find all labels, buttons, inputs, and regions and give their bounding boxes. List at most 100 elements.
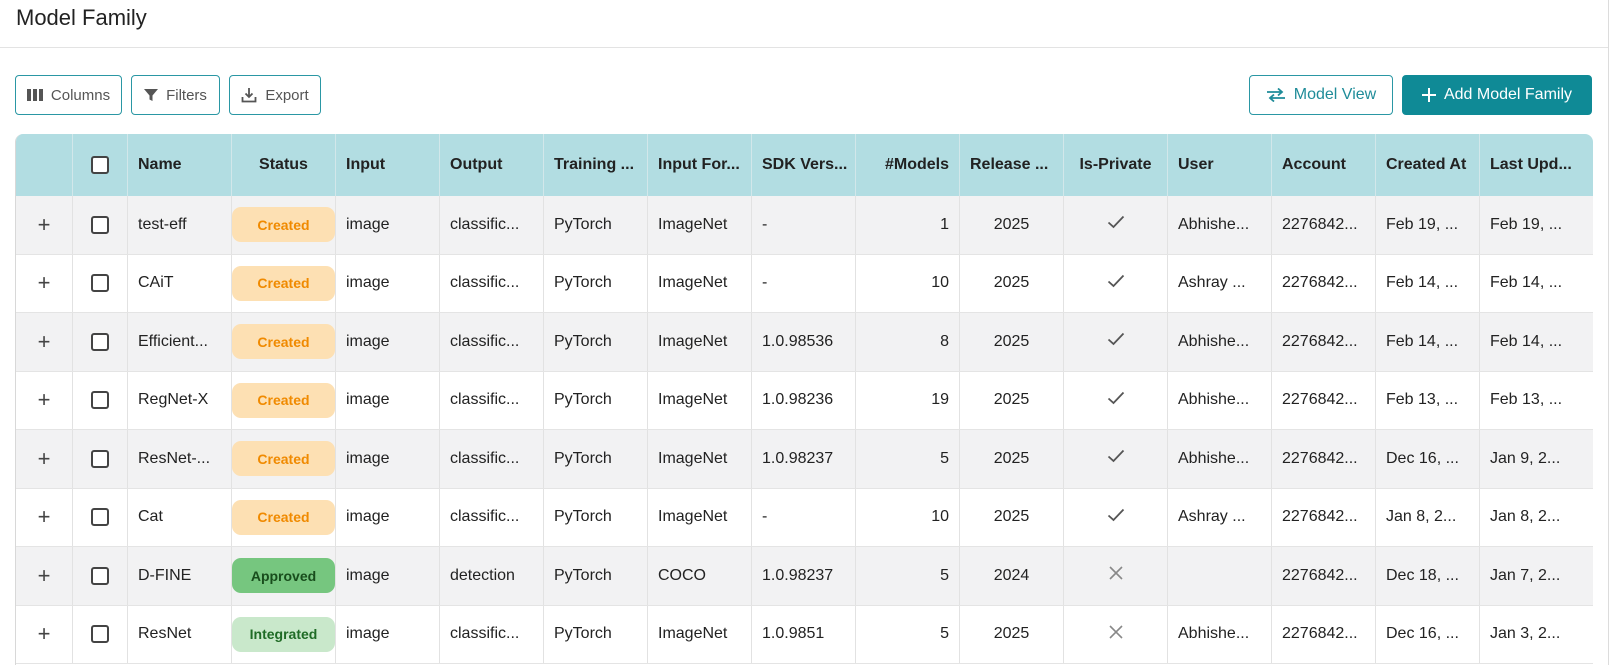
user-cell: Abhishe... (1168, 430, 1272, 488)
row-checkbox[interactable] (91, 332, 109, 351)
sdk-version-value: - (762, 274, 768, 292)
input-format-cell: ImageNet (648, 605, 752, 663)
models-count: 5 (940, 449, 949, 467)
row-checkbox[interactable] (91, 274, 109, 293)
account-value: 2276842... (1282, 508, 1358, 526)
status-cell: Approved (232, 547, 336, 605)
row-checkbox[interactable] (91, 508, 109, 527)
table-row[interactable]: + RegNet-X Created image classific... PyTorch… (16, 371, 1593, 430)
header-last-updated[interactable]: Last Upd... (1480, 134, 1584, 196)
header-release[interactable]: Release ... (960, 134, 1064, 196)
models-cell: 5 (856, 547, 960, 605)
release-value: 2025 (993, 274, 1030, 292)
status-cell: Integrated (232, 605, 336, 663)
select-cell (73, 254, 128, 312)
header-account[interactable]: Account (1272, 134, 1376, 196)
table-row[interactable]: + test-eff Created image classific... PyTorch… (16, 196, 1593, 255)
model-name[interactable]: ResNet-... (138, 450, 221, 468)
user-cell: Ashray ... (1168, 254, 1272, 312)
add-model-family-button[interactable]: Add Model Family (1402, 75, 1592, 115)
created-at-cell: Dec 16, ... (1376, 605, 1480, 663)
expand-row-icon[interactable]: + (38, 446, 51, 472)
filters-button[interactable]: Filters (131, 75, 220, 115)
header-input-format[interactable]: Input For... (648, 134, 752, 196)
header-created-at[interactable]: Created At (1376, 134, 1480, 196)
models-cell: 1 (856, 196, 960, 254)
input-format-value: ImageNet (658, 215, 728, 233)
user-value: Ashray ... (1178, 508, 1246, 526)
status-badge: Created (232, 324, 335, 360)
model-name[interactable]: Efficient... (138, 333, 221, 351)
row-checkbox[interactable] (91, 215, 109, 234)
model-name[interactable]: test-eff (138, 216, 221, 234)
last-updated-value: Feb 14, ... (1490, 332, 1563, 350)
output-cell: classific... (440, 430, 544, 488)
checkmark-icon (1107, 391, 1125, 410)
sdk-version-value: 1.0.98536 (762, 332, 834, 350)
model-name[interactable]: ResNet (138, 625, 221, 643)
training-value: PyTorch (554, 566, 612, 584)
account-value: 2276842... (1282, 391, 1358, 409)
header-sdk-version[interactable]: SDK Vers... (752, 134, 856, 196)
header-status[interactable]: Status (232, 134, 336, 196)
select-all-checkbox[interactable] (91, 156, 109, 174)
table-row[interactable]: + ResNet Integrated image classific... PyTorc… (16, 605, 1593, 664)
top-divider (0, 47, 1608, 48)
models-cell: 8 (856, 313, 960, 371)
expand-row-icon[interactable]: + (38, 270, 51, 296)
expand-cell: + (16, 254, 73, 312)
header-models[interactable]: #Models (856, 134, 960, 196)
training-cell: PyTorch (544, 371, 648, 429)
row-checkbox[interactable] (91, 625, 109, 644)
columns-button[interactable]: Columns (15, 75, 122, 115)
row-checkbox[interactable] (91, 391, 109, 410)
header-output[interactable]: Output (440, 134, 544, 196)
input-cell: image (336, 196, 440, 254)
created-at-value: Jan 8, 2... (1386, 508, 1457, 526)
table-row[interactable]: + CAiT Created image classific... PyTorch Imag… (16, 254, 1593, 313)
training-cell: PyTorch (544, 196, 648, 254)
expand-row-icon[interactable]: + (38, 621, 51, 647)
select-cell (73, 313, 128, 371)
header-training[interactable]: Training ... (544, 134, 648, 196)
table-row[interactable]: + D-FINE Approved image detection PyTorch COCO… (16, 547, 1593, 606)
is-private-cell (1064, 371, 1168, 429)
x-icon (1108, 566, 1123, 585)
expand-row-icon[interactable]: + (38, 212, 51, 238)
table-row[interactable]: + Efficient... Created image classific... PyT… (16, 313, 1593, 372)
model-name[interactable]: CAiT (138, 274, 221, 292)
expand-row-icon[interactable]: + (38, 329, 51, 355)
header-is-private[interactable]: Is-Private (1064, 134, 1168, 196)
user-cell: Abhishe... (1168, 313, 1272, 371)
expand-row-icon[interactable]: + (38, 387, 51, 413)
created-at-cell: Feb 19, ... (1376, 196, 1480, 254)
sdk-version-cell: 1.0.98536 (752, 313, 856, 371)
export-button[interactable]: Export (229, 75, 321, 115)
model-name[interactable]: D-FINE (138, 567, 221, 585)
expand-row-icon[interactable]: + (38, 563, 51, 589)
last-updated-value: Feb 14, ... (1490, 274, 1563, 292)
account-value: 2276842... (1282, 625, 1358, 643)
table-row[interactable]: + ResNet-... Created image classific... PyTor… (16, 430, 1593, 489)
row-checkbox[interactable] (91, 566, 109, 585)
input-format-value: ImageNet (658, 332, 728, 350)
input-value: image (346, 449, 390, 467)
user-cell: Ashray ... (1168, 488, 1272, 546)
model-name[interactable]: Cat (138, 508, 221, 526)
header-name[interactable]: Name (128, 134, 232, 196)
x-icon (1108, 625, 1123, 644)
table-row[interactable]: + Cat Created image classific... PyTorch Image… (16, 488, 1593, 547)
status-cell: Created (232, 254, 336, 312)
status-cell: Created (232, 313, 336, 371)
header-input[interactable]: Input (336, 134, 440, 196)
expand-row-icon[interactable]: + (38, 504, 51, 530)
is-private-cell (1064, 196, 1168, 254)
last-updated-cell: Jan 8, 2... (1480, 489, 1584, 547)
model-view-button[interactable]: Model View (1249, 75, 1393, 115)
input-format-cell: ImageNet (648, 196, 752, 254)
expand-cell: + (16, 605, 73, 663)
model-name[interactable]: RegNet-X (138, 391, 221, 409)
header-user[interactable]: User (1168, 134, 1272, 196)
row-checkbox[interactable] (91, 449, 109, 468)
status-cell: Created (232, 371, 336, 429)
